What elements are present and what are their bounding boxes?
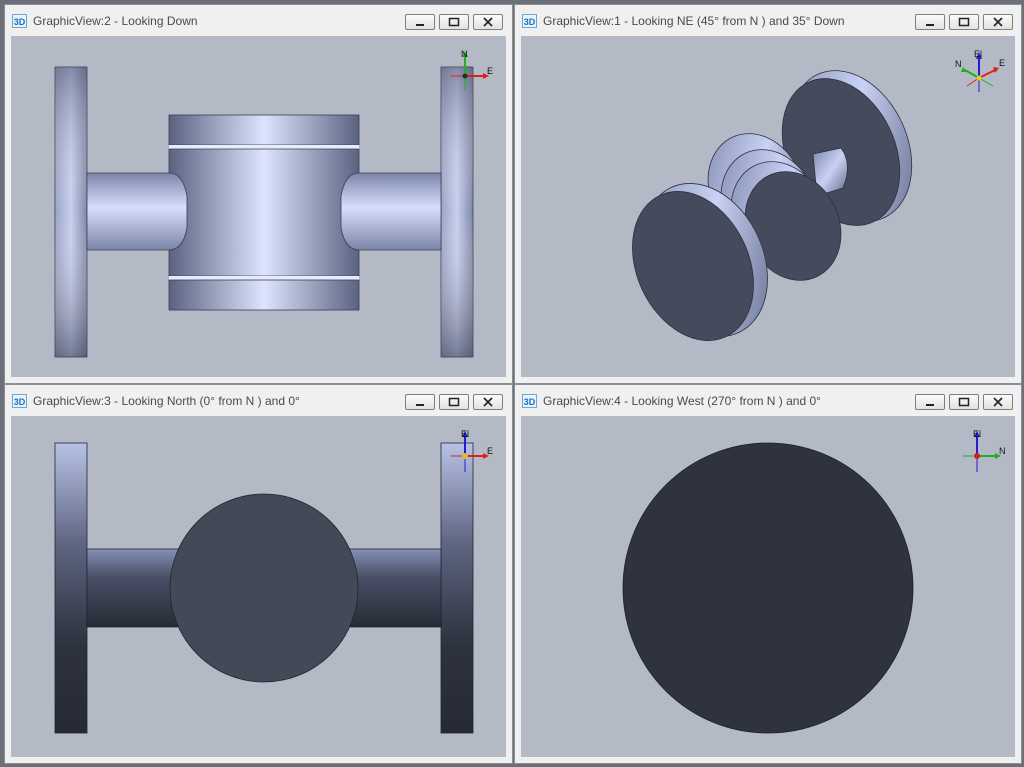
minimize-button[interactable] [915, 14, 945, 30]
close-icon [483, 17, 493, 27]
triad-label-up: El [974, 49, 982, 59]
minimize-button[interactable] [405, 394, 435, 410]
close-icon [483, 397, 493, 407]
close-icon [993, 17, 1003, 27]
center-body [168, 114, 360, 311]
window-title: GraphicView:3 - Looking North (0° from N… [33, 394, 300, 408]
maximize-button[interactable] [949, 14, 979, 30]
viewport-west[interactable]: El N [521, 416, 1015, 757]
orientation-triad-top: N E [451, 49, 493, 90]
window-title: GraphicView:4 - Looking West (270° from … [543, 394, 821, 408]
close-button[interactable] [473, 394, 503, 410]
close-button[interactable] [983, 394, 1013, 410]
minimize-icon [416, 24, 424, 26]
orientation-triad-west: El N [963, 429, 1006, 472]
window-title: GraphicView:1 - Looking NE (45° from N )… [543, 14, 845, 28]
model-iso-view [632, 70, 913, 341]
maximize-button[interactable] [949, 394, 979, 410]
minimize-icon [416, 404, 424, 406]
graphic-view-north-window: 3D GraphicView:3 - Looking North (0° fro… [4, 384, 513, 764]
minimize-button[interactable] [915, 394, 945, 410]
maximize-icon [448, 17, 460, 27]
maximize-icon [958, 17, 970, 27]
title-bar[interactable]: 3D GraphicView:2 - Looking Down [5, 5, 512, 35]
left-flange [54, 442, 88, 734]
orientation-triad-north: El E [451, 429, 493, 472]
maximize-button[interactable] [439, 394, 469, 410]
orientation-triad-iso: El N E [955, 49, 1005, 92]
triad-label-right: E [999, 58, 1005, 68]
right-flange [440, 442, 474, 734]
close-button[interactable] [473, 14, 503, 30]
title-bar[interactable]: 3D GraphicView:1 - Looking NE (45° from … [515, 5, 1021, 35]
left-flange [54, 66, 88, 358]
3d-app-icon: 3D [12, 394, 27, 408]
graphic-view-top-window: 3D GraphicView:2 - Looking Down N E [4, 4, 513, 384]
3d-app-icon: 3D [522, 394, 537, 408]
title-bar[interactable]: 3D GraphicView:4 - Looking West (270° fr… [515, 385, 1021, 415]
viewport-iso[interactable]: El N E [521, 36, 1015, 377]
flange-face [622, 442, 914, 734]
triad-label-left: N [955, 59, 962, 69]
model-west-view [622, 442, 914, 734]
viewport-north[interactable]: El E [11, 416, 506, 757]
graphic-view-iso-window: 3D GraphicView:1 - Looking NE (45° from … [514, 4, 1022, 384]
maximize-button[interactable] [439, 14, 469, 30]
right-flange [440, 66, 474, 358]
close-button[interactable] [983, 14, 1013, 30]
graphic-view-west-window: 3D GraphicView:4 - Looking West (270° fr… [514, 384, 1022, 764]
left-pipe [86, 172, 192, 251]
minimize-icon [926, 24, 934, 26]
close-icon [993, 397, 1003, 407]
viewport-top[interactable]: N E [11, 36, 506, 377]
model-north-view [54, 442, 474, 734]
minimize-button[interactable] [405, 14, 435, 30]
triad-label-up: El [461, 429, 469, 439]
maximize-icon [958, 397, 970, 407]
triad-label-up: El [973, 429, 981, 439]
3d-app-icon: 3D [12, 14, 27, 28]
triad-label-right: N [999, 446, 1006, 456]
model-top-view [54, 66, 474, 358]
minimize-icon [926, 404, 934, 406]
triad-label-up: N [461, 49, 468, 59]
right-pipe [336, 172, 442, 251]
title-bar[interactable]: 3D GraphicView:3 - Looking North (0° fro… [5, 385, 512, 415]
maximize-icon [448, 397, 460, 407]
triad-label-right: E [487, 446, 493, 456]
3d-app-icon: 3D [522, 14, 537, 28]
triad-label-right: E [487, 66, 493, 76]
center-body-face [169, 493, 359, 683]
window-title: GraphicView:2 - Looking Down [33, 14, 198, 28]
